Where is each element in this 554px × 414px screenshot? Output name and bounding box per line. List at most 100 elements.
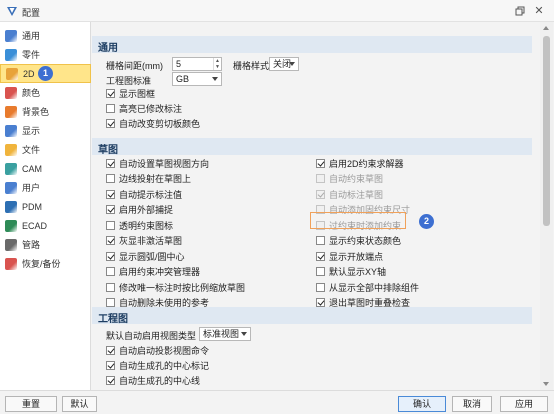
grid-style-label: 栅格样式 — [233, 61, 270, 71]
sidebar-item-10[interactable]: ECAD — [0, 216, 91, 235]
sketch-right-checkbox-7[interactable]: 默认显示XY轴 — [316, 266, 386, 278]
sketch-right-checkbox-0[interactable]: 启用2D约束求解器 — [316, 157, 404, 169]
checkbox-box[interactable] — [316, 251, 325, 261]
checkbox-box[interactable] — [106, 298, 115, 307]
checkbox-box[interactable] — [106, 189, 115, 199]
grid-spacing-input[interactable]: 5 ▲ ▼ — [172, 57, 222, 71]
checkbox-box[interactable] — [316, 298, 325, 307]
sidebar-item-label: 颜色 — [22, 88, 41, 98]
checkbox-label: 自动设置草图视图方向 — [119, 158, 210, 169]
checkbox-box[interactable] — [106, 236, 115, 245]
checkbox-box[interactable] — [106, 360, 115, 370]
scroll-up-icon[interactable] — [543, 26, 549, 30]
checkbox-box[interactable] — [106, 103, 115, 113]
checkbox-label: 自动生成孔的中心标记 — [119, 360, 210, 371]
grid-spacing-spinner[interactable]: ▲ ▼ — [213, 58, 221, 70]
drawing-checkbox-1[interactable]: 自动生成孔的中心标记 — [106, 359, 209, 371]
sketch-left-checkbox-4[interactable]: 透明约束图标 — [106, 219, 173, 231]
overconstrain-highlight — [310, 212, 406, 229]
sidebar-item-label: PDM — [22, 201, 42, 212]
sketch-right-checkbox-2: 自动标注草图 — [316, 188, 383, 200]
checkbox-label: 默认显示XY轴 — [329, 267, 387, 277]
apply-button[interactable]: 应用 — [500, 396, 548, 412]
sidebar-item-0[interactable]: 通用 — [0, 26, 91, 45]
pipe-icon — [5, 238, 17, 251]
part-icon — [5, 48, 17, 61]
checkbox-box[interactable] — [106, 174, 115, 183]
ecad-icon — [5, 219, 17, 232]
view-type-select[interactable]: 标准视图 — [199, 327, 251, 341]
section-general-header: 通用 — [92, 36, 532, 54]
sketch-right-checkbox-5[interactable]: 显示约束状态颜色 — [316, 235, 401, 247]
general-checkbox-1[interactable]: 高亮已修改标注 — [106, 102, 182, 114]
sidebar-item-9[interactable]: PDM — [0, 197, 91, 216]
sketch-left-checkbox-7[interactable]: 启用约束冲突管理器 — [106, 266, 200, 278]
close-icon[interactable]: ✕ — [532, 4, 546, 18]
checkbox-label: 启用2D约束求解器 — [329, 158, 404, 169]
checkbox-label: 显示开放端点 — [329, 251, 384, 262]
sketch-left-checkbox-0[interactable]: 自动设置草图视图方向 — [106, 157, 209, 169]
checkbox-label: 显示约束状态颜色 — [329, 236, 402, 246]
checkbox-box[interactable] — [316, 236, 325, 245]
sidebar-item-5[interactable]: 显示 — [0, 121, 91, 140]
sketch-left-checkbox-1[interactable]: 边线投射在草图上 — [106, 173, 191, 185]
sketch-left-checkbox-8[interactable]: 修改唯一标注时按比例缩放草图 — [106, 281, 245, 293]
sidebar-item-4[interactable]: 背景色 — [0, 102, 91, 121]
user-icon — [5, 181, 17, 194]
checkbox-box[interactable] — [316, 282, 325, 292]
general-checkbox-2[interactable]: 自动改变剪切板颜色 — [106, 117, 200, 129]
checkbox-box[interactable] — [106, 205, 115, 214]
display-icon — [5, 124, 17, 137]
sidebar-item-label: 零件 — [22, 50, 41, 60]
sidebar-item-1[interactable]: 零件 — [0, 45, 91, 64]
checkbox-box[interactable] — [106, 158, 115, 168]
chevron-down-icon — [212, 77, 218, 81]
scroll-thumb[interactable] — [543, 36, 550, 226]
checkbox-box[interactable] — [106, 267, 115, 276]
checkbox-box[interactable] — [106, 251, 115, 261]
sketch-left-checkbox-3[interactable]: 启用外部捕捉 — [106, 204, 173, 216]
sketch-left-checkbox-6[interactable]: 显示圆弧/圆中心 — [106, 250, 185, 262]
step-badge-1: 1 — [38, 66, 53, 81]
grid-style-select[interactable]: 关闭 — [269, 57, 299, 71]
drawing-checkbox-2[interactable]: 自动生成孔的中心线 — [106, 374, 200, 386]
sketch-left-checkbox-5[interactable]: 灰显非激活草图 — [106, 235, 182, 247]
checkbox-label: 边线投射在草图上 — [119, 174, 192, 184]
sidebar-item-label: ECAD — [22, 220, 48, 231]
cancel-button[interactable]: 取消 — [452, 396, 492, 412]
sidebar-item-11[interactable]: 管路 — [0, 235, 91, 254]
sidebar-item-8[interactable]: 用户 — [0, 178, 91, 197]
checkbox-box[interactable] — [106, 88, 115, 98]
scroll-down-icon[interactable] — [543, 382, 549, 386]
sidebar-item-12[interactable]: 恢复/备份 — [0, 254, 91, 273]
checkbox-box[interactable] — [316, 267, 325, 276]
sidebar-item-3[interactable]: 颜色 — [0, 83, 91, 102]
checkbox-box[interactable] — [106, 375, 115, 385]
ok-button[interactable]: 确认 — [398, 396, 446, 412]
general-checkbox-0[interactable]: 显示图框 — [106, 87, 155, 99]
checkbox-label: 自动标注草图 — [329, 189, 384, 200]
checkbox-box[interactable] — [106, 282, 115, 292]
checkbox-box[interactable] — [316, 158, 325, 168]
checkbox-box[interactable] — [106, 220, 115, 230]
checkbox-box[interactable] — [106, 345, 115, 355]
sketch-left-checkbox-2[interactable]: 自动提示标注值 — [106, 188, 182, 200]
sidebar-item-6[interactable]: 文件 — [0, 140, 91, 159]
background-color-icon — [5, 105, 17, 118]
sketch-right-checkbox-6[interactable]: 显示开放端点 — [316, 250, 383, 262]
checkbox-label: 从显示全部中排除组件 — [329, 282, 420, 293]
reset-button[interactable]: 重置 — [5, 396, 57, 412]
vertical-scrollbar[interactable] — [540, 22, 553, 390]
drawing-standard-label: 工程图标准 — [106, 76, 152, 86]
default-button[interactable]: 默认 — [62, 396, 97, 412]
checkbox-box[interactable] — [106, 118, 115, 128]
sketch-right-checkbox-8[interactable]: 从显示全部中排除组件 — [316, 281, 419, 293]
drawing-standard-select[interactable]: GB — [172, 72, 222, 86]
drawing-checkbox-0[interactable]: 自动启动投影视图命令 — [106, 344, 209, 356]
checkbox-box — [316, 189, 325, 199]
sidebar-item-7[interactable]: CAM — [0, 159, 91, 178]
section-drawing-title: 工程图 — [98, 314, 128, 325]
restore-icon[interactable] — [513, 4, 527, 18]
checkbox-label: 启用外部捕捉 — [119, 205, 174, 215]
checkbox-label: 高亮已修改标注 — [119, 103, 183, 114]
